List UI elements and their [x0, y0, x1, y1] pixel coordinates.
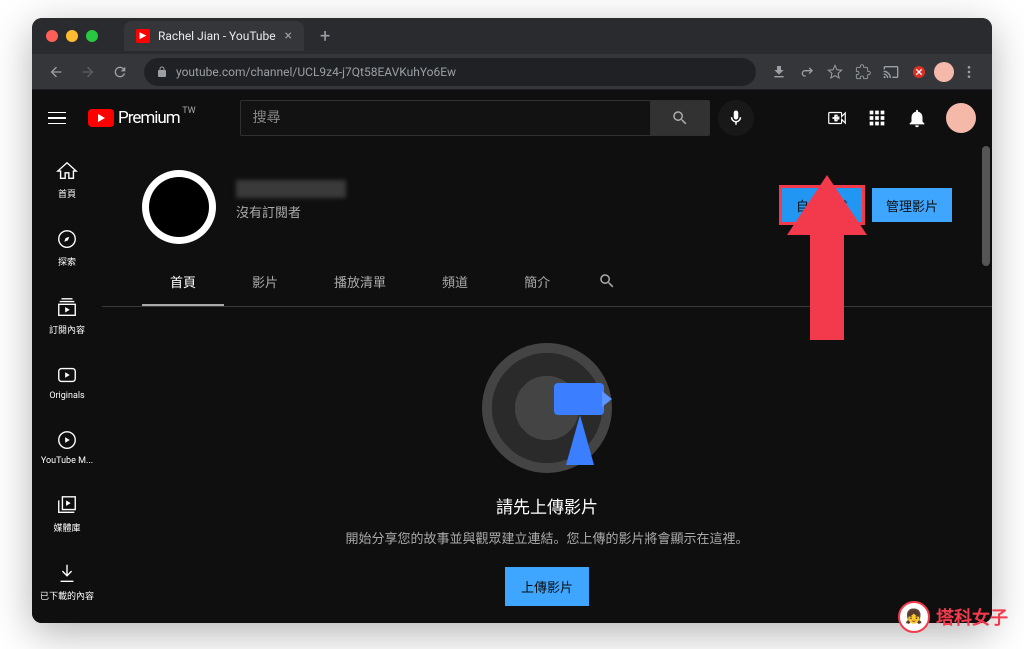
region-label: TW [182, 106, 195, 116]
tab-about[interactable]: 簡介 [496, 260, 578, 306]
premium-label: Premium [118, 108, 180, 128]
sidebar-label: Originals [49, 391, 84, 401]
guide-menu-icon[interactable] [48, 106, 72, 130]
channel-action-buttons: 自訂頻道 管理影片 [782, 170, 952, 222]
manage-videos-button[interactable]: 管理影片 [872, 188, 952, 222]
sidebar-item-library[interactable]: 媒體庫 [32, 480, 102, 548]
sidebar-item-home[interactable]: 首頁 [32, 146, 102, 214]
profile-chip[interactable] [934, 62, 954, 82]
scrollbar[interactable] [982, 146, 990, 266]
watermark-avatar: 👧 [898, 601, 930, 633]
empty-title: 請先上傳影片 [496, 493, 598, 518]
address-bar: youtube.com/channel/UCL9z4-j7Qt58EAVKuhY… [32, 54, 992, 90]
nav-forward-icon[interactable] [74, 58, 102, 86]
channel-header: 沒有訂閱者 自訂頻道 管理影片 [102, 146, 992, 244]
youtube-logo[interactable]: Premium TW [88, 108, 180, 128]
search-container [240, 100, 710, 136]
upload-video-button[interactable]: 上傳影片 [505, 567, 589, 606]
url-text: youtube.com/channel/UCL9z4-j7Qt58EAVKuhY… [176, 65, 456, 79]
toolbar-extensions [766, 58, 982, 86]
watermark-text: 塔科女子 [936, 604, 1008, 630]
upload-illustration [482, 343, 612, 473]
star-icon[interactable] [822, 58, 848, 86]
sidebar-item-downloads[interactable]: 已下載的內容 [32, 548, 102, 616]
empty-state: 請先上傳影片 開始分享您的故事並與觀眾建立連結。您上傳的影片將會顯示在這裡。 上… [102, 307, 992, 623]
traffic-light-close[interactable] [46, 30, 58, 42]
tab-videos[interactable]: 影片 [224, 260, 306, 306]
tab-playlists[interactable]: 播放清單 [306, 260, 414, 306]
sidebar-label: 首頁 [58, 187, 76, 200]
traffic-light-zoom[interactable] [86, 30, 98, 42]
tab-home[interactable]: 首頁 [142, 260, 224, 306]
account-avatar[interactable] [946, 103, 976, 133]
new-tab-button[interactable]: + [320, 26, 330, 47]
watermark: 👧 塔科女子 [898, 601, 1008, 633]
sidebar-item-subscriptions[interactable]: 訂閱內容 [32, 282, 102, 350]
sidebar-item-originals[interactable]: Originals [32, 350, 102, 415]
voice-search-button[interactable] [718, 100, 754, 136]
sidebar-item-explore[interactable]: 探索 [32, 214, 102, 282]
channel-main: 沒有訂閱者 自訂頻道 管理影片 首頁 影片 播放清單 頻道 簡介 [102, 90, 992, 623]
tab-close-icon[interactable]: × [285, 28, 292, 44]
subscriber-count: 沒有訂閱者 [236, 202, 762, 221]
tab-search-icon[interactable] [578, 260, 636, 306]
youtube-favicon: ▶ [136, 29, 150, 43]
lock-icon [156, 66, 168, 78]
adblock-icon[interactable] [906, 58, 932, 86]
customize-channel-button[interactable]: 自訂頻道 [782, 188, 862, 222]
traffic-light-minimize[interactable] [66, 30, 78, 42]
explore-icon [56, 228, 78, 250]
download-icon [56, 562, 78, 584]
tab-channels[interactable]: 頻道 [414, 260, 496, 306]
header-right [826, 103, 976, 133]
browser-menu-icon[interactable] [956, 58, 982, 86]
empty-description: 開始分享您的故事並與觀眾建立連結。您上傳的影片將會顯示在這裡。 [345, 528, 748, 547]
channel-info: 沒有訂閱者 [236, 170, 762, 221]
search-input[interactable] [240, 100, 650, 136]
sidebar-label: 探索 [58, 255, 76, 268]
search-button[interactable] [650, 100, 710, 136]
cast-icon[interactable] [878, 58, 904, 86]
youtube-content: Premium TW 首頁 探索 [32, 90, 992, 623]
tab-title: Rachel Jian - YouTube [158, 29, 276, 43]
url-field[interactable]: youtube.com/channel/UCL9z4-j7Qt58EAVKuhY… [144, 58, 756, 86]
nav-reload-icon[interactable] [106, 58, 134, 86]
notifications-icon[interactable] [906, 107, 928, 129]
sidebar-label: YouTube M... [41, 456, 93, 466]
originals-icon [56, 364, 78, 386]
subscriptions-icon [56, 296, 78, 318]
install-icon[interactable] [766, 58, 792, 86]
sidebar-item-music[interactable]: YouTube M... [32, 415, 102, 480]
channel-tabs: 首頁 影片 播放清單 頻道 簡介 [102, 260, 992, 307]
sidebar-label: 媒體庫 [53, 521, 80, 534]
music-icon [56, 429, 78, 451]
channel-avatar[interactable] [142, 170, 216, 244]
library-icon [56, 494, 78, 516]
browser-window: ▶ Rachel Jian - YouTube × + youtube.com/… [32, 18, 992, 623]
youtube-play-icon [88, 109, 114, 127]
sidebar-label: 訂閱內容 [49, 323, 85, 336]
share-icon[interactable] [794, 58, 820, 86]
browser-tab[interactable]: ▶ Rachel Jian - YouTube × [124, 21, 304, 51]
youtube-header: Premium TW [32, 90, 992, 146]
titlebar: ▶ Rachel Jian - YouTube × + [32, 18, 992, 54]
home-icon [56, 160, 78, 182]
sidebar-label: 已下載的內容 [40, 589, 94, 602]
apps-icon[interactable] [866, 107, 888, 129]
mini-guide: 首頁 探索 訂閱內容 Originals YouTube M... 媒體庫 [32, 90, 102, 623]
channel-name-blurred [236, 180, 346, 198]
extensions-icon[interactable] [850, 58, 876, 86]
nav-back-icon[interactable] [42, 58, 70, 86]
create-icon[interactable] [826, 107, 848, 129]
